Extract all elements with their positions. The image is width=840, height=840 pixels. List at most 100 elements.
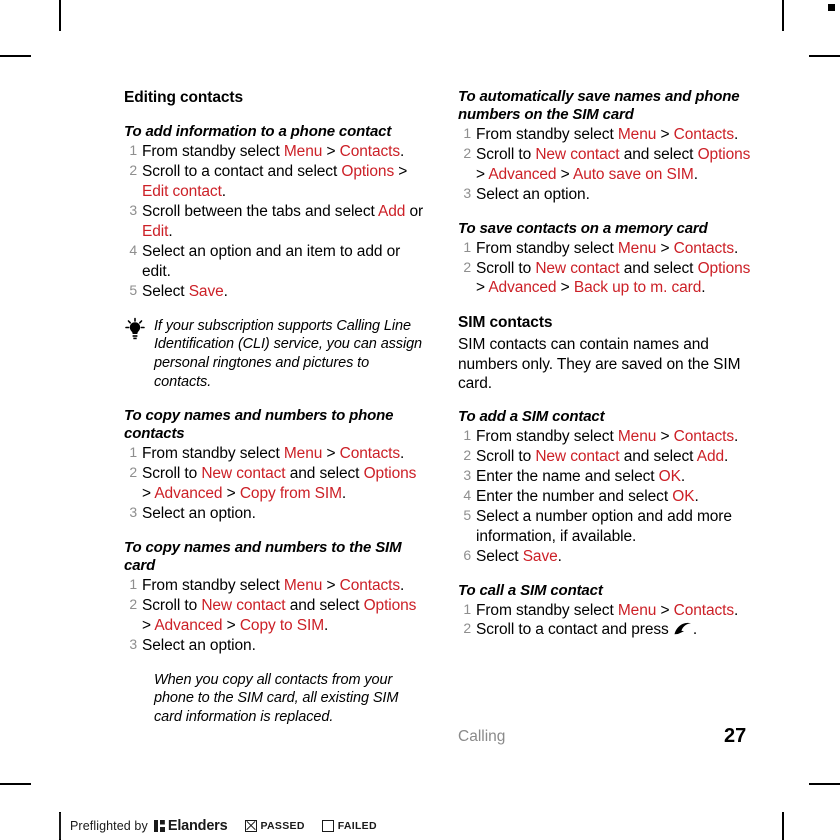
step-text: From standby select (476, 601, 618, 619)
ui-term: Copy from SIM (239, 485, 342, 503)
task-step-list: From standby select Menu > Contacts. Scro… (458, 601, 758, 641)
task-step-list: From standby select Menu > Contacts. Scro… (458, 125, 758, 205)
preflight-passed-checkbox[interactable]: PASSED (244, 820, 305, 832)
ui-term: Save (188, 282, 224, 300)
step-text: > (476, 279, 489, 297)
step-text: . (221, 183, 227, 201)
step-text: . (693, 165, 698, 183)
crop-mark-bottom-right-vertical (782, 812, 784, 840)
crop-mark-bottom-left-horizontal (0, 783, 31, 785)
ui-term: Options (697, 145, 751, 163)
task-step: Select an option and an item to add or e… (124, 242, 424, 282)
checkbox-empty-icon[interactable] (321, 820, 334, 832)
note-text: When you copy all contacts from your pho… (154, 671, 399, 726)
ui-term: Auto save on SIM (572, 165, 694, 183)
step-text: or (405, 203, 424, 221)
ui-term: Edit contact (142, 183, 222, 201)
page-title: Editing contacts (124, 89, 243, 106)
note-callout: When you copy all contacts from your pho… (124, 671, 424, 727)
step-text: . (400, 143, 405, 161)
ui-term: OK (658, 468, 681, 486)
preflight-prefix-label: Preflighted by (70, 819, 148, 833)
step-text: > (476, 165, 489, 183)
preflight-divider (59, 813, 61, 839)
task-heading: To copy names and numbers to the SIM car… (124, 539, 402, 575)
manual-page: Editing contacts To add information to a… (0, 0, 840, 780)
step-text: . (680, 468, 686, 486)
task-step-list: From standby select Menu > Contacts. Scro… (124, 576, 424, 656)
ui-term: Menu (283, 445, 323, 463)
right-task-group-1: To automatically save names and phone nu… (458, 88, 758, 298)
ui-term: Contacts (673, 428, 734, 446)
task-step: From standby select Menu > Contacts. (458, 427, 758, 447)
task-step: Scroll to New contact and select Options… (458, 259, 758, 299)
task-step-list: From standby select Menu > Contacts. Scro… (124, 444, 424, 524)
step-text: . (724, 448, 729, 466)
task-heading: To call a SIM contact (458, 581, 603, 599)
ui-term: New contact (535, 259, 620, 277)
step-text: . (701, 279, 706, 297)
ui-term: Menu (617, 601, 657, 619)
step-text: Enter the number and select (476, 487, 673, 505)
step-text: Scroll to (142, 465, 202, 483)
step-text: . (692, 621, 698, 639)
ui-term: New contact (535, 448, 620, 466)
task-step: Scroll to New contact and select Options… (124, 596, 424, 636)
ui-term: Advanced (488, 279, 557, 297)
task-step: From standby select Menu > Contacts. (458, 601, 758, 621)
page-footer: Calling 27 (458, 725, 758, 747)
ui-term: Options (341, 163, 395, 181)
step-text: Select (142, 282, 189, 300)
ui-term: Options (363, 596, 417, 614)
task-step-list: From standby select Menu > Contacts. Scro… (458, 427, 758, 566)
step-text: . (734, 428, 739, 446)
step-text: > (322, 143, 340, 161)
preflight-failed-checkbox[interactable]: FAILED (321, 820, 377, 832)
step-text: > (142, 485, 155, 503)
ui-term: Advanced (154, 616, 223, 634)
step-text: From standby select (476, 126, 618, 143)
lightbulb-icon (124, 317, 148, 343)
step-text: Select an option. (476, 185, 590, 203)
step-text: Scroll to a contact and select (142, 163, 342, 181)
step-text: From standby select (142, 143, 284, 161)
ui-term: Add (378, 203, 406, 221)
elanders-logo-icon (153, 820, 165, 832)
preflight-passed-label: PASSED (260, 820, 305, 832)
step-text: > (656, 428, 674, 446)
step-text: . (400, 577, 405, 595)
ui-term: Back up to m. card (573, 279, 702, 297)
left-task-group-1: To add information to a phone contact Fro… (124, 123, 424, 301)
ui-term: New contact (201, 465, 286, 483)
task-step: Enter the name and select OK. (458, 467, 758, 487)
task-heading: To copy names and numbers to phone conta… (124, 407, 394, 443)
step-text: and select (619, 145, 698, 163)
step-text: > (556, 279, 574, 297)
task-step: Scroll between the tabs and select Add o… (124, 202, 424, 242)
step-text: Select an option. (142, 505, 256, 523)
ui-term: Edit (142, 223, 169, 240)
step-text: > (394, 163, 408, 181)
step-text: . (168, 223, 173, 240)
task-step-list: From standby select Menu > Contacts. Scro… (458, 239, 758, 299)
ui-term: Menu (617, 428, 657, 446)
step-text: From standby select (476, 428, 618, 446)
left-task-group-2: To copy names and numbers to phone conta… (124, 407, 424, 655)
step-text: From standby select (142, 577, 284, 595)
step-text: Enter the name and select (476, 468, 659, 486)
checkbox-checked-icon[interactable] (244, 820, 257, 832)
step-text: . (341, 485, 347, 503)
ui-term: Contacts (673, 601, 734, 619)
footer-section-label: Calling (458, 728, 506, 745)
task-step: Scroll to New contact and select Add. (458, 447, 758, 467)
ui-term: Menu (617, 126, 657, 143)
ui-term: Menu (617, 239, 657, 257)
step-text: > (556, 165, 573, 183)
step-text: Select an option and an item to add or e… (142, 242, 401, 280)
left-column: Editing contacts To add information to a… (124, 88, 424, 743)
task-step: From standby select Menu > Contacts. (124, 142, 424, 162)
step-text: Scroll to (142, 596, 202, 614)
step-text: . (734, 601, 739, 619)
ui-term: Options (697, 259, 751, 277)
sim-contacts-heading: SIM contacts (458, 314, 553, 332)
